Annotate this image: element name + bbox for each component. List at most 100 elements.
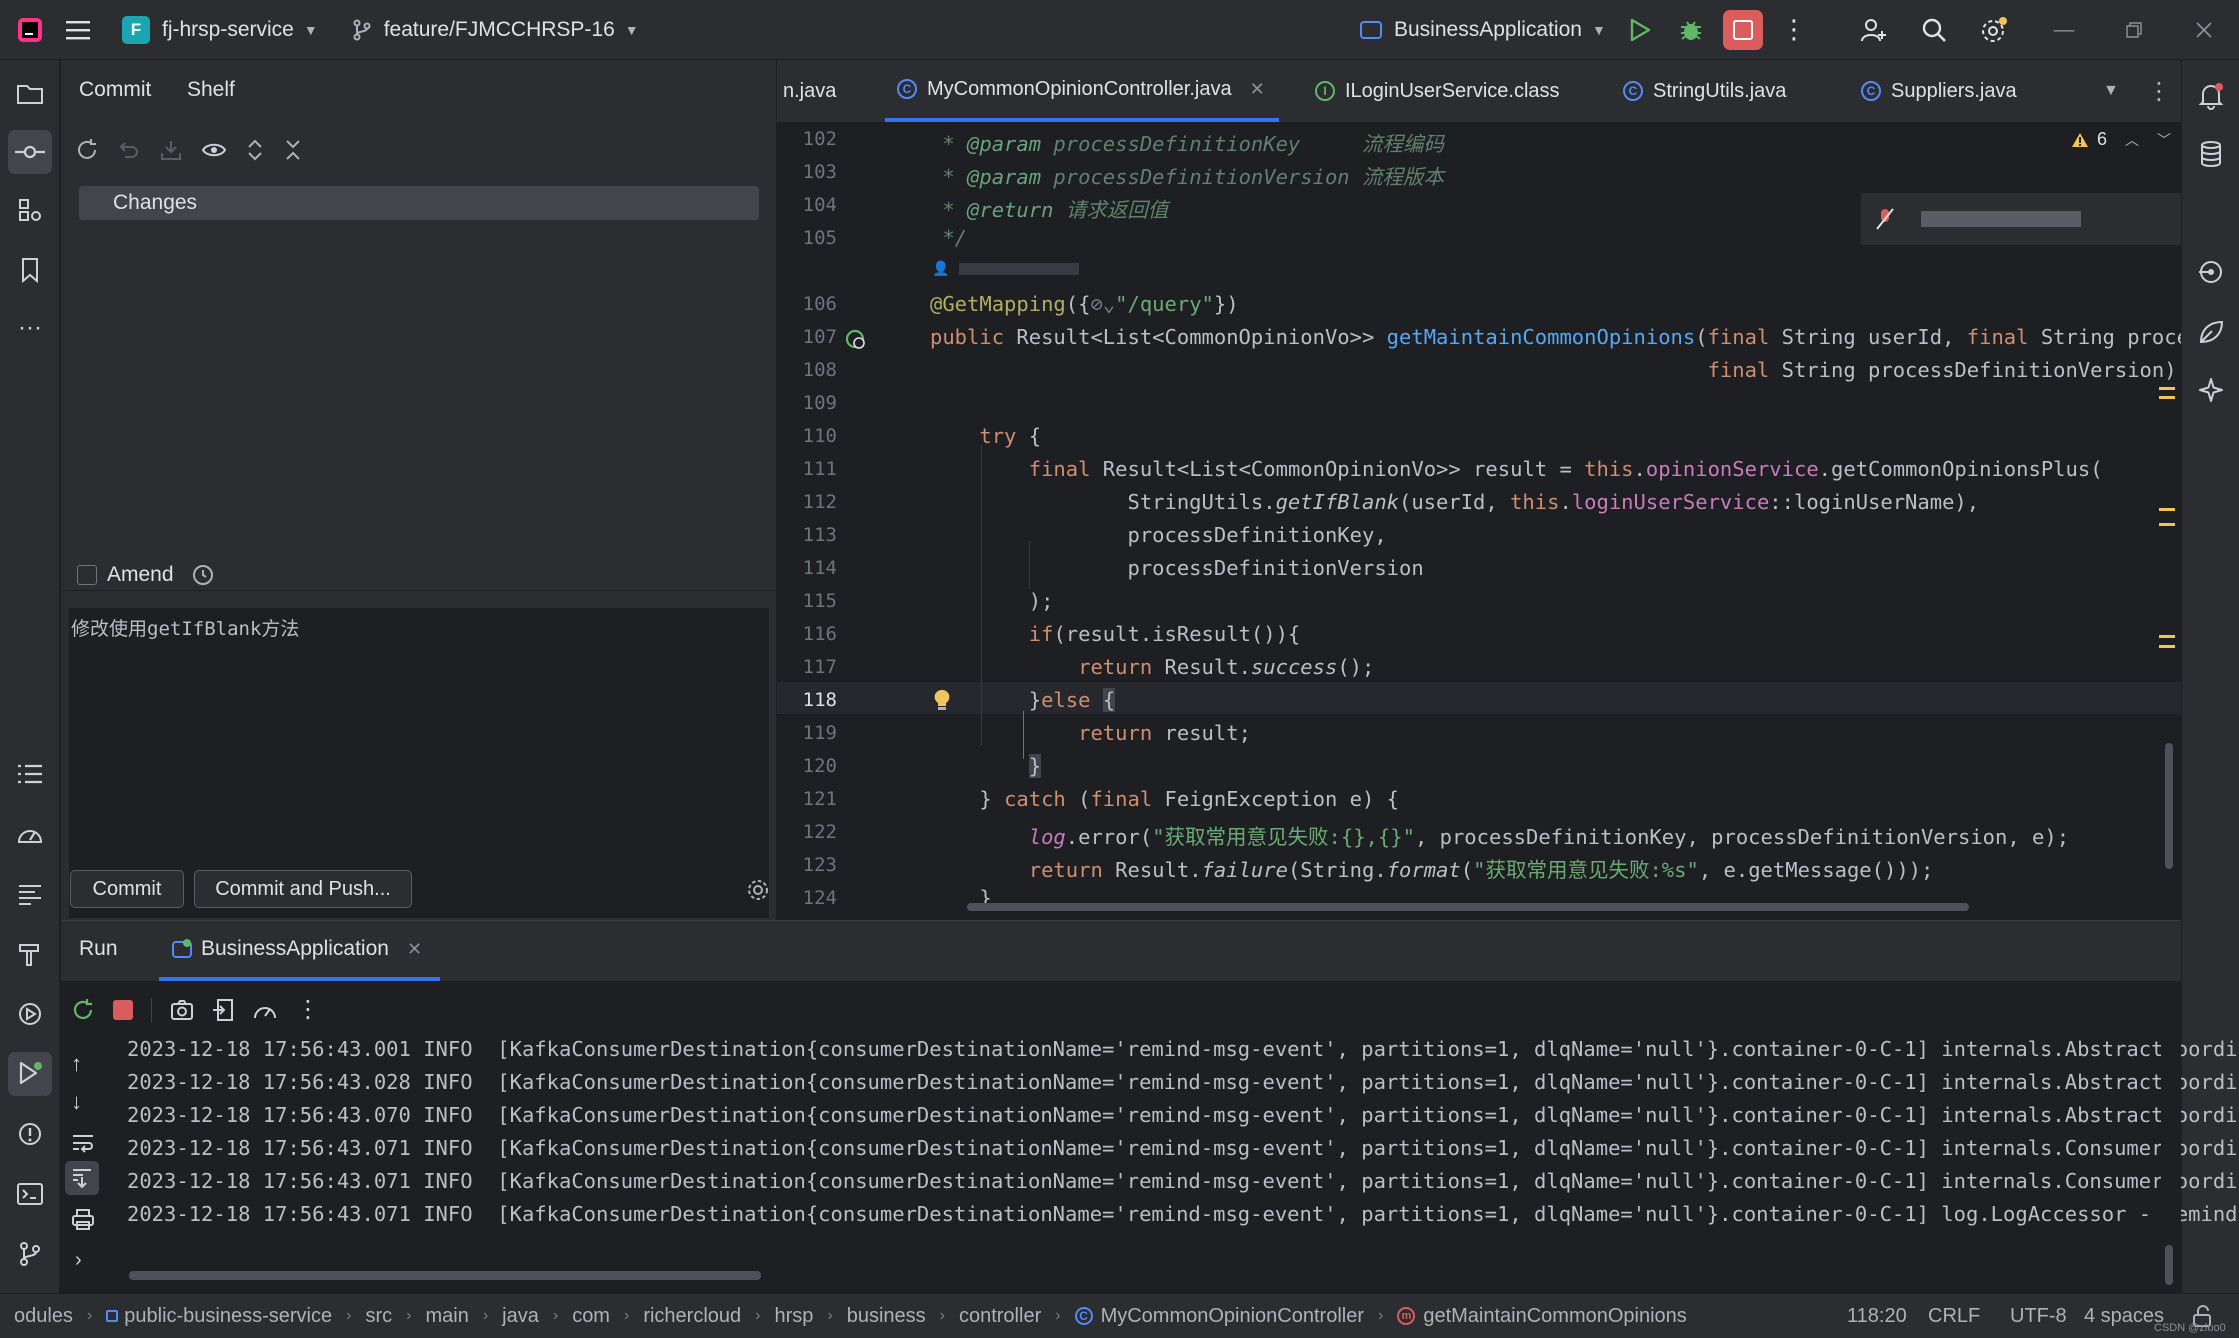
rerun-icon[interactable] [71, 998, 95, 1022]
console-horizontal-scrollbar[interactable] [129, 1271, 761, 1280]
close-tab-icon[interactable]: ✕ [1250, 79, 1265, 100]
breadcrumb-item[interactable]: odules [14, 1305, 73, 1328]
chevron-right-icon[interactable]: › [75, 1249, 82, 1272]
commit-tool-icon[interactable] [8, 130, 52, 174]
more-actions-icon[interactable]: ⋮ [296, 995, 320, 1024]
inspection-widget[interactable]: 6 ︿ ﹀ [2071, 129, 2171, 150]
export-icon[interactable] [212, 998, 234, 1022]
stop-run-icon[interactable] [113, 999, 133, 1020]
more-tools-icon[interactable]: ··· [8, 306, 52, 350]
tab-iloginuserservice[interactable]: I ILoginUserService.class [1315, 60, 1560, 122]
horizontal-scrollbar[interactable] [967, 903, 1969, 911]
code-editor[interactable]: 102 103 104 105 106 107 108 109 110 111 … [777, 123, 2181, 920]
ai-assistant-icon[interactable] [2189, 368, 2233, 412]
close-window-icon[interactable] [2180, 8, 2228, 52]
tab-options-icon[interactable]: ⋮ [2147, 60, 2171, 122]
text-align-icon[interactable] [8, 872, 52, 916]
tab-shelf[interactable]: Shelf [187, 78, 235, 102]
collapse-all-icon[interactable] [283, 138, 303, 162]
commit-options-gear-icon[interactable] [746, 878, 770, 902]
shelve-icon[interactable] [159, 138, 183, 162]
tab-partial-java[interactable]: n.java [783, 60, 836, 122]
notifications-icon[interactable] [2189, 74, 2233, 118]
print-icon[interactable] [71, 1209, 95, 1231]
breadcrumb-item[interactable]: java [502, 1305, 539, 1328]
project-folder-icon[interactable] [8, 72, 52, 116]
profiler-gauge-icon[interactable] [252, 998, 278, 1022]
tab-business-application[interactable]: BusinessApplication ✕ [159, 921, 441, 981]
breadcrumb-item[interactable]: getMaintainCommonOpinions [1423, 1305, 1686, 1328]
terminal-icon[interactable] [8, 1172, 52, 1216]
expand-all-icon[interactable] [245, 138, 265, 162]
breadcrumb-item[interactable]: hrsp [774, 1305, 813, 1328]
more-actions-icon[interactable]: ⋮ [1770, 8, 1818, 52]
services-icon[interactable] [8, 992, 52, 1036]
breadcrumb-item[interactable]: MyCommonOpinionController [1101, 1305, 1364, 1328]
amend-option[interactable]: Amend [77, 563, 214, 587]
breadcrumb-item[interactable]: public-business-service [124, 1305, 332, 1328]
add-user-icon[interactable] [1850, 8, 1898, 52]
commit-button[interactable]: Commit [70, 870, 184, 908]
breadcrumb-item[interactable]: business [847, 1305, 926, 1328]
scroll-to-end-icon[interactable] [65, 1161, 99, 1195]
changes-group[interactable]: Changes [79, 186, 759, 220]
camera-icon[interactable] [170, 999, 194, 1021]
restore-icon[interactable] [2110, 8, 2158, 52]
run-config-selector[interactable]: BusinessApplication ▼ [1350, 8, 1616, 52]
tab-mycommonopinioncontroller[interactable]: C MyCommonOpinionController.java ✕ [885, 60, 1279, 122]
left-tool-strip: ··· [0, 60, 60, 1293]
caret-position[interactable]: 118:20 [1847, 1305, 1907, 1328]
show-diff-eye-icon[interactable] [201, 138, 227, 162]
tab-stringutils[interactable]: C StringUtils.java [1623, 60, 1786, 122]
endpoint-gutter-icon[interactable] [844, 328, 868, 352]
branch-selector[interactable]: feature/FJMCCHRSP-16 ▼ [342, 8, 649, 52]
leaf-icon[interactable] [2189, 310, 2233, 354]
problems-icon[interactable] [8, 1112, 52, 1156]
breadcrumb-item[interactable]: com [572, 1305, 610, 1328]
database-icon[interactable] [2189, 132, 2233, 176]
minimize-icon[interactable]: — [2040, 8, 2088, 52]
line-number: 114 [802, 557, 837, 579]
console-vertical-scrollbar[interactable] [2165, 1245, 2173, 1285]
run-icon[interactable] [1616, 8, 1664, 52]
vertical-scrollbar[interactable] [2165, 743, 2173, 869]
tab-commit[interactable]: Commit [79, 78, 151, 102]
project-selector[interactable]: F fj-hrsp-service ▼ [112, 8, 328, 52]
build-hammer-icon[interactable] [8, 932, 52, 976]
scroll-up-arrow-icon[interactable]: ↑ [71, 1051, 82, 1077]
history-clock-icon[interactable] [192, 564, 214, 586]
endpoints-icon[interactable] [2189, 250, 2233, 294]
breadcrumb-item[interactable]: controller [959, 1305, 1041, 1328]
soft-wrap-icon[interactable] [71, 1133, 95, 1153]
indent-setting[interactable]: 4 spaces [2084, 1305, 2164, 1328]
line-separator[interactable]: CRLF [1928, 1305, 1980, 1328]
breadcrumb-item[interactable]: richercloud [643, 1305, 741, 1328]
main-menu-icon[interactable] [54, 8, 102, 52]
commit-and-push-button[interactable]: Commit and Push... [194, 870, 412, 908]
mic-muted-icon[interactable] [1875, 207, 1895, 231]
git-icon[interactable] [8, 1232, 52, 1276]
profiler-icon[interactable] [8, 812, 52, 856]
scroll-down-arrow-icon[interactable]: ↓ [71, 1089, 82, 1115]
close-tab-icon[interactable]: ✕ [407, 939, 422, 960]
structure-icon[interactable] [8, 188, 52, 232]
run-tab-bar: Run BusinessApplication ✕ [61, 921, 2181, 981]
breadcrumb-item[interactable]: main [425, 1305, 468, 1328]
chevron-down-icon[interactable]: ▼ [2103, 60, 2119, 122]
breadcrumb-item[interactable]: src [365, 1305, 392, 1328]
debug-icon[interactable] [1667, 8, 1715, 52]
bookmarks-icon[interactable] [8, 248, 52, 292]
app-logo-icon[interactable] [6, 8, 54, 52]
rollback-icon[interactable] [117, 138, 141, 162]
file-encoding[interactable]: UTF-8 [2010, 1305, 2067, 1328]
refresh-icon[interactable] [75, 138, 99, 162]
search-icon[interactable] [1910, 8, 1958, 52]
amend-checkbox[interactable] [77, 565, 97, 585]
todo-list-icon[interactable] [8, 752, 52, 796]
settings-icon[interactable] [1970, 8, 2018, 52]
tab-suppliers[interactable]: C Suppliers.java [1861, 60, 2017, 122]
chevron-down-icon[interactable]: ﹀ [2157, 130, 2171, 150]
stop-icon[interactable] [1723, 10, 1763, 50]
chevron-up-icon[interactable]: ︿ [2125, 130, 2139, 150]
run-tool-icon[interactable] [8, 1052, 52, 1096]
